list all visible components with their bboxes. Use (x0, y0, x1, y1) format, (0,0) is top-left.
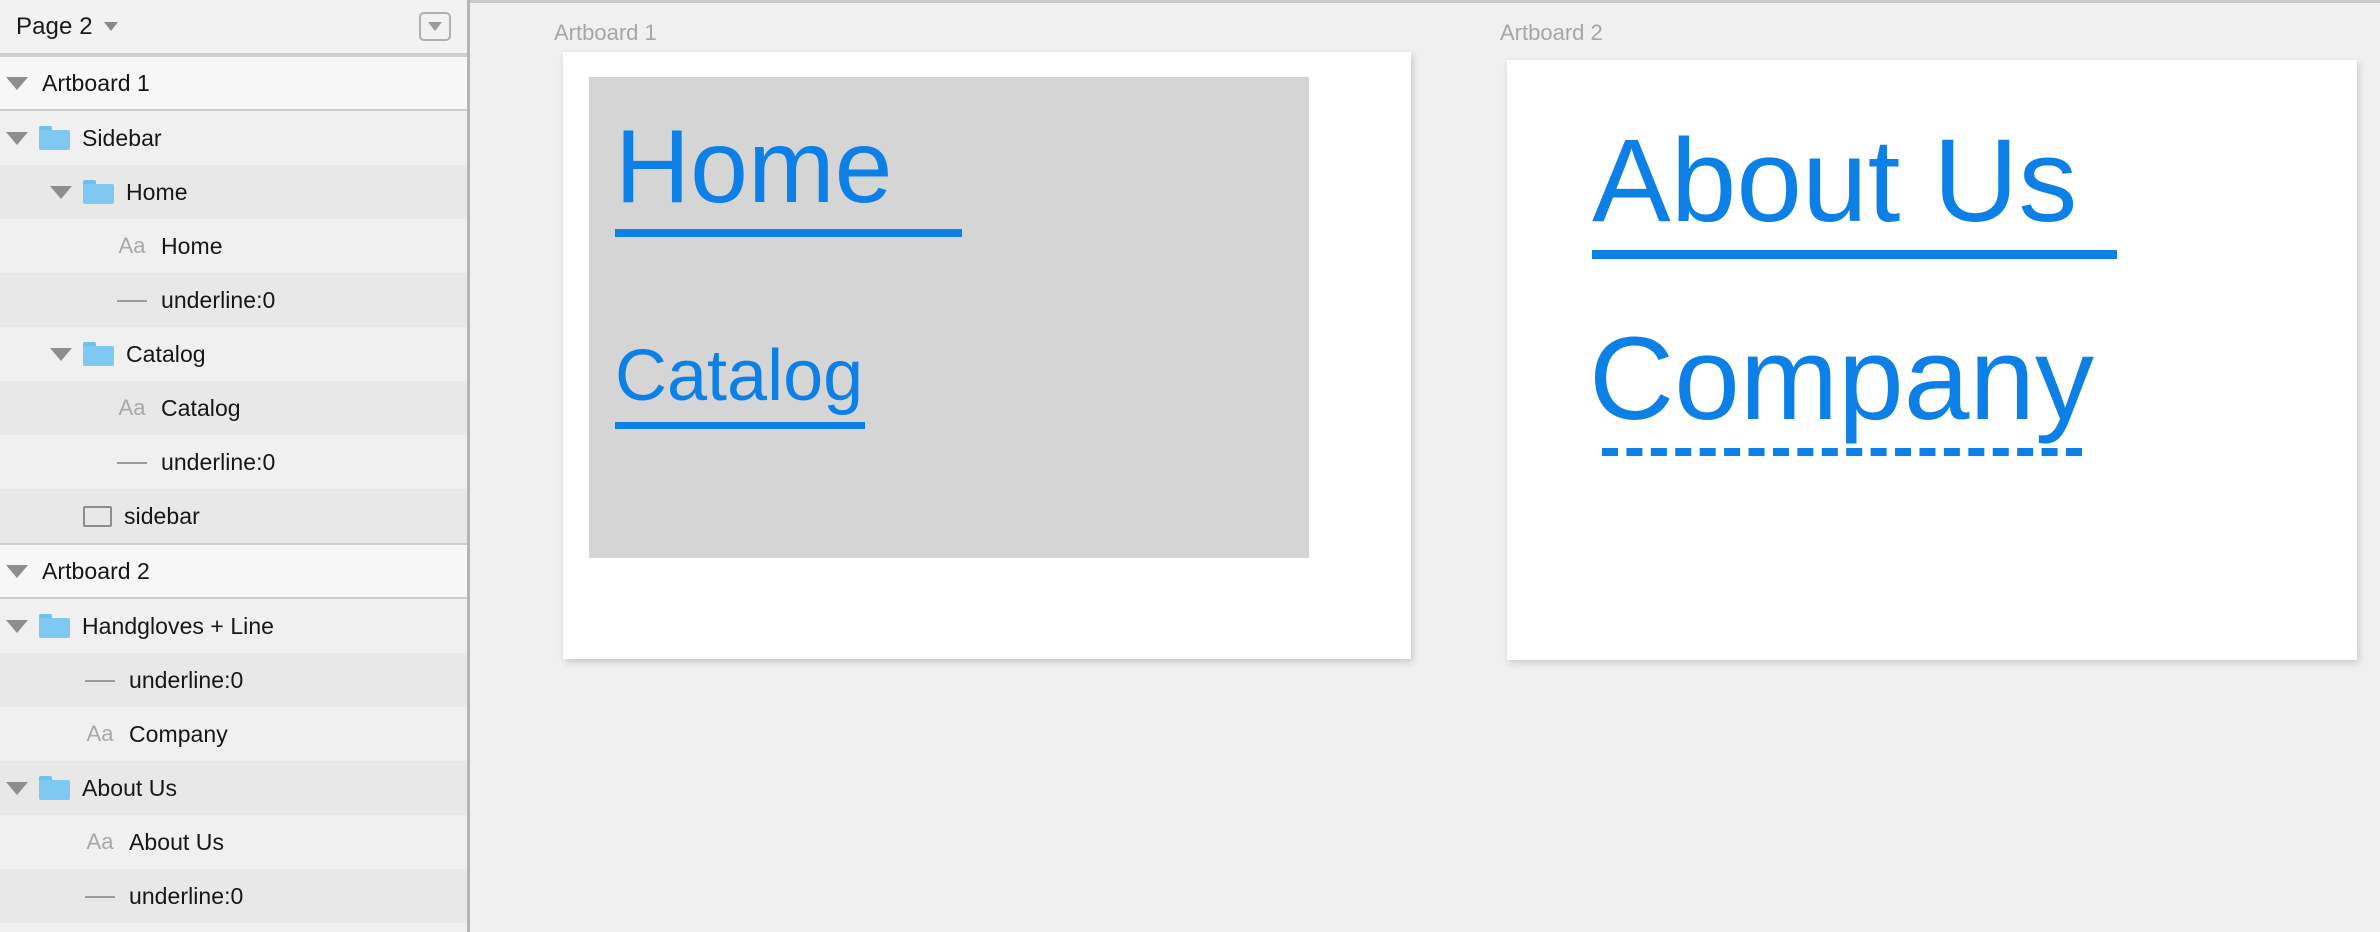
layer-row-label: Company (129, 720, 228, 747)
nav-link-underline[interactable] (615, 422, 865, 429)
layer-row-label: Sidebar (82, 124, 162, 151)
artboard-surface[interactable]: Home Catalog (563, 52, 1411, 659)
disclosure-triangle-icon[interactable] (6, 564, 28, 578)
layer-row-company[interactable]: Aa Company (0, 707, 467, 761)
disclosure-triangle-icon[interactable] (50, 185, 72, 199)
folder-icon (39, 776, 70, 800)
disclosure-triangle-icon[interactable] (50, 347, 72, 361)
nav-link-underline[interactable] (1602, 448, 2082, 456)
layer-row-label: Home (161, 232, 223, 259)
nav-link-text[interactable]: Company (1589, 320, 2094, 438)
layer-row-label: underline:0 (129, 666, 244, 693)
folder-icon (83, 342, 114, 366)
nav-link-group[interactable]: Company (1589, 320, 2094, 456)
layer-row-underline-0[interactable]: underline:0 (0, 869, 467, 923)
canvas-area[interactable]: Artboard 1 Home Catalog Artboard 2 About Us C… (470, 0, 2380, 932)
line-layer-icon (115, 289, 149, 311)
layer-row-artboard-2[interactable]: Artboard 2 (0, 543, 467, 599)
sketch-app-window: Page 2 Artboard 1 Sidebar Home Aa Home underl… (0, 0, 2380, 932)
rectangle-layer-icon (83, 505, 112, 527)
layer-row-label: underline:0 (161, 448, 276, 475)
layer-row-sidebar[interactable]: sidebar (0, 489, 467, 543)
artboard-surface[interactable]: About Us Company (1507, 60, 2357, 660)
layer-row-sidebar[interactable]: Sidebar (0, 111, 467, 165)
layer-row-label: Home (126, 178, 188, 205)
line-layer-icon (115, 451, 149, 473)
layer-row-label: Artboard 2 (42, 557, 150, 584)
layers-sidebar: Page 2 Artboard 1 Sidebar Home Aa Home underl… (0, 0, 470, 932)
layer-row-underline-0[interactable]: underline:0 (0, 435, 467, 489)
layer-row-label: About Us (129, 828, 225, 855)
artboard-name-label[interactable]: Artboard 2 (1500, 20, 1603, 46)
layer-row-about-us[interactable]: About Us (0, 761, 467, 815)
chevron-down-icon[interactable] (103, 22, 118, 31)
layer-row-about-us[interactable]: Aa About Us (0, 815, 467, 869)
layer-row-home[interactable]: Aa Home (0, 219, 467, 273)
nav-link-text[interactable]: Catalog (615, 340, 865, 412)
page-header[interactable]: Page 2 (0, 0, 467, 55)
folder-icon (39, 614, 70, 638)
nav-link-underline[interactable] (615, 229, 962, 237)
layer-row-home[interactable]: Home (0, 165, 467, 219)
nav-link-underline[interactable] (1592, 250, 2117, 259)
artboard-name-label[interactable]: Artboard 1 (554, 20, 657, 46)
disclosure-triangle-icon[interactable] (6, 76, 28, 90)
layer-row-artboard-1[interactable]: Artboard 1 (0, 55, 467, 111)
page-title: Page 2 (16, 12, 93, 40)
layer-row-handgloves-line[interactable]: Handgloves + Line (0, 599, 467, 653)
text-layer-icon: Aa (86, 721, 114, 746)
layer-row-label: underline:0 (161, 286, 276, 313)
layer-row-catalog[interactable]: Catalog (0, 327, 467, 381)
nav-link-text[interactable]: About Us (1592, 122, 2117, 240)
text-layer-icon: Aa (86, 829, 114, 854)
disclosure-triangle-icon[interactable] (6, 131, 28, 145)
line-layer-icon (83, 885, 117, 907)
layer-row-label: About Us (82, 774, 178, 801)
folder-icon (83, 180, 114, 204)
layer-row-catalog[interactable]: Aa Catalog (0, 381, 467, 435)
text-layer-icon: Aa (118, 233, 146, 258)
layer-row-label: Catalog (126, 340, 206, 367)
layer-row-underline-0[interactable]: underline:0 (0, 273, 467, 327)
line-layer-icon (83, 669, 117, 691)
layer-row-label: Handgloves + Line (82, 612, 275, 639)
dropdown-menu-icon[interactable] (419, 12, 451, 41)
layer-row-underline-0[interactable]: underline:0 (0, 653, 467, 707)
layer-row-label: sidebar (124, 502, 200, 529)
layer-tree: Artboard 1 Sidebar Home Aa Home underline:0 Ca… (0, 55, 467, 923)
nav-link-group[interactable]: Home (615, 115, 962, 237)
layer-row-label: Artboard 1 (42, 69, 150, 96)
disclosure-triangle-icon[interactable] (6, 619, 28, 633)
nav-link-group[interactable]: About Us (1592, 122, 2117, 259)
disclosure-triangle-icon[interactable] (6, 781, 28, 795)
layer-row-label: underline:0 (129, 882, 244, 909)
nav-link-group[interactable]: Catalog (615, 340, 865, 429)
canvas-top-divider (470, 0, 2380, 3)
text-layer-icon: Aa (118, 395, 146, 420)
layer-row-label: Catalog (161, 394, 241, 421)
nav-link-text[interactable]: Home (615, 115, 962, 219)
folder-icon (39, 126, 70, 150)
